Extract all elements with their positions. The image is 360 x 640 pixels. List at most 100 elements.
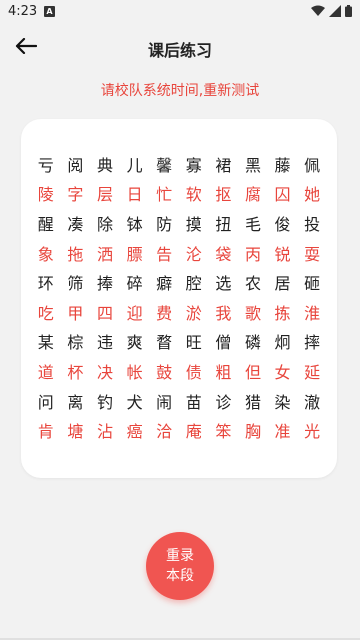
character-cell: 选 — [215, 274, 232, 294]
character-cell: 违 — [96, 333, 113, 353]
character-cell: 抠 — [215, 185, 232, 205]
character-cell: 洽 — [156, 422, 173, 442]
character-cell: 丙 — [244, 244, 261, 264]
character-cell: 捧 — [96, 274, 113, 294]
character-row: 道杯决帐鼓债粗但女延 — [31, 356, 327, 386]
character-cell: 洒 — [96, 244, 113, 264]
character-cell: 袋 — [215, 244, 232, 264]
character-cell: 女 — [274, 362, 291, 382]
rerecord-button[interactable]: 重录 本段 — [146, 532, 214, 600]
character-cell: 投 — [304, 214, 321, 234]
character-cell: 沾 — [96, 422, 113, 442]
character-cell: 告 — [156, 244, 173, 264]
character-cell: 藤 — [274, 155, 291, 175]
character-cell: 我 — [215, 303, 232, 323]
status-icons — [311, 5, 352, 21]
character-cell: 庵 — [185, 422, 202, 442]
character-cell: 裙 — [215, 155, 232, 175]
character-cell: 钓 — [96, 392, 113, 412]
character-cell: 耍 — [304, 244, 321, 264]
rerecord-label-line2: 本段 — [166, 568, 194, 584]
character-row: 亏阅典儿馨寡裙黑藤佩 — [31, 149, 327, 179]
character-cell: 决 — [96, 362, 113, 382]
character-cell: 居 — [274, 274, 291, 294]
signal-icon — [329, 5, 341, 21]
rerecord-label-line1: 重录 — [166, 548, 194, 564]
page-title: 课后练习 — [147, 41, 212, 60]
character-cell: 癖 — [156, 274, 173, 294]
character-cell: 锐 — [274, 244, 291, 264]
character-row: 象拖洒膘告沦袋丙锐耍 — [31, 238, 327, 268]
status-bar: 4:23 A — [0, 0, 360, 24]
character-cell: 费 — [156, 303, 173, 323]
character-cell: 帐 — [126, 362, 143, 382]
character-cell: 离 — [67, 392, 84, 412]
character-cell: 除 — [96, 214, 113, 234]
character-cell: 环 — [37, 274, 54, 294]
character-cell: 象 — [37, 244, 54, 264]
character-cell: 陵 — [37, 185, 54, 205]
character-cell: 犬 — [126, 392, 143, 412]
character-card: 亏阅典儿馨寡裙黑藤佩陵字层日忙软抠腐囚她醒凑除钵防摸扭毛俊投象拖洒膘告沦袋丙锐耍… — [21, 119, 337, 478]
character-row: 醒凑除钵防摸扭毛俊投 — [31, 208, 327, 238]
character-cell: 软 — [185, 185, 202, 205]
character-cell: 胸 — [244, 422, 261, 442]
character-cell: 淤 — [185, 303, 202, 323]
character-cell: 塘 — [67, 422, 84, 442]
character-cell: 馨 — [156, 155, 173, 175]
character-cell: 瞀 — [156, 333, 173, 353]
character-cell: 拖 — [67, 244, 84, 264]
character-cell: 俊 — [274, 214, 291, 234]
character-cell: 筛 — [67, 274, 84, 294]
character-cell: 诊 — [215, 392, 232, 412]
character-cell: 准 — [274, 422, 291, 442]
app-bar: 课后练习 — [0, 24, 360, 72]
character-cell: 杯 — [67, 362, 84, 382]
character-cell: 旺 — [185, 333, 202, 353]
character-cell: 澈 — [304, 392, 321, 412]
character-cell: 道 — [37, 362, 54, 382]
character-row: 吃甲四迎费淤我歌拣淮 — [31, 297, 327, 327]
character-cell: 钵 — [126, 214, 143, 234]
character-cell: 阅 — [67, 155, 84, 175]
character-cell: 砸 — [304, 274, 321, 294]
character-cell: 她 — [304, 185, 321, 205]
character-row: 肯塘沾癌洽庵笨胸准光 — [31, 415, 327, 445]
character-cell: 僧 — [215, 333, 232, 353]
character-cell: 亏 — [37, 155, 54, 175]
character-cell: 摔 — [304, 333, 321, 353]
character-cell: 但 — [244, 362, 261, 382]
character-cell: 粗 — [215, 362, 232, 382]
notification-badge: A — [44, 6, 55, 17]
character-cell: 苗 — [185, 392, 202, 412]
character-cell: 寡 — [185, 155, 202, 175]
character-cell: 黑 — [244, 155, 261, 175]
character-cell: 典 — [96, 155, 113, 175]
character-cell: 染 — [274, 392, 291, 412]
character-cell: 猎 — [244, 392, 261, 412]
character-row: 某棕违爽瞀旺僧磷炯摔 — [31, 327, 327, 357]
character-cell: 债 — [185, 362, 202, 382]
character-cell: 吃 — [37, 303, 54, 323]
character-row: 问离钓犬闹苗诊猎染澈 — [31, 386, 327, 416]
character-cell: 爽 — [126, 333, 143, 353]
character-cell: 炯 — [274, 333, 291, 353]
character-cell: 囚 — [274, 185, 291, 205]
character-cell: 腔 — [185, 274, 202, 294]
character-cell: 沦 — [185, 244, 202, 264]
character-cell: 磷 — [244, 333, 261, 353]
character-cell: 癌 — [126, 422, 143, 442]
character-cell: 碎 — [126, 274, 143, 294]
character-cell: 腐 — [244, 185, 261, 205]
character-row: 环筛捧碎癖腔选农居砸 — [31, 267, 327, 297]
character-grid: 亏阅典儿馨寡裙黑藤佩陵字层日忙软抠腐囚她醒凑除钵防摸扭毛俊投象拖洒膘告沦袋丙锐耍… — [31, 149, 327, 445]
character-cell: 扭 — [215, 214, 232, 234]
character-cell: 拣 — [274, 303, 291, 323]
character-cell: 迎 — [126, 303, 143, 323]
character-cell: 四 — [96, 303, 113, 323]
character-cell: 光 — [304, 422, 321, 442]
character-cell: 歌 — [244, 303, 261, 323]
character-cell: 淮 — [304, 303, 321, 323]
battery-icon — [345, 5, 352, 21]
character-cell: 农 — [244, 274, 261, 294]
